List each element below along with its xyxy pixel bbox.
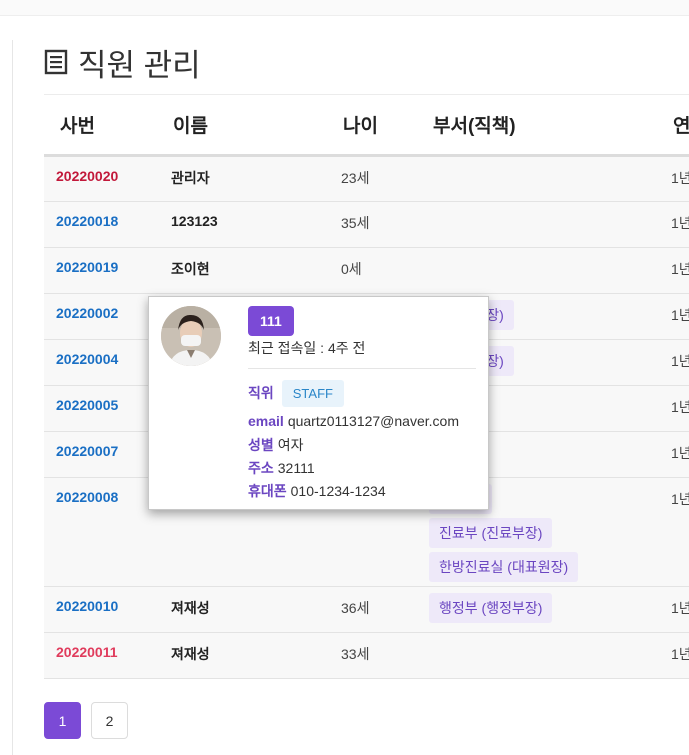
list-icon — [44, 49, 68, 75]
employee-id[interactable]: 20220008 — [44, 477, 157, 587]
address-label: 주소 — [248, 460, 274, 476]
phone-value: 010-1234-1234 — [290, 483, 386, 499]
employee-years: 1년 — [657, 201, 689, 248]
email-label: email — [248, 413, 284, 429]
employee-id[interactable]: 20220005 — [44, 385, 157, 432]
employee-id[interactable]: 20220004 — [44, 339, 157, 386]
employee-age: 36세 — [327, 586, 417, 633]
email-row: email quartz0113127@naver.com — [248, 413, 459, 429]
employee-years: 1년 — [657, 586, 689, 633]
gender-label: 성별 — [248, 437, 274, 453]
employee-dept — [417, 155, 657, 202]
role-label: 직위 — [248, 385, 274, 401]
table-row[interactable]: 20220011 져재성 33세 1년 — [44, 632, 689, 679]
table-header-row: 사번 이름 나이 부서(직책) 연 — [44, 96, 689, 157]
employee-id[interactable]: 20220002 — [44, 293, 157, 340]
top-bar — [0, 0, 689, 16]
address-row: 주소 32111 — [248, 458, 315, 478]
employee-popover: 111 최근 접속일 : 4주 전 직위 STAFF email quartz011… — [148, 296, 489, 510]
title-divider — [44, 94, 689, 95]
dept-badge: 진료부 (진료부장) — [429, 517, 553, 548]
employee-years: 1년 — [657, 247, 689, 294]
column-header-name[interactable]: 이름 — [157, 96, 327, 157]
table-row[interactable]: 20220010 져재성 36세 행정부 (행정부장) 1년 — [44, 586, 689, 633]
employee-age: 35세 — [327, 201, 417, 248]
employee-id[interactable]: 20220020 — [44, 155, 157, 202]
column-header-age[interactable]: 나이 — [327, 96, 417, 157]
role-row: 직위 STAFF — [248, 380, 344, 407]
employee-years: 1년 — [657, 477, 689, 587]
address-value: 32111 — [277, 460, 315, 476]
employee-name: 123123 — [157, 201, 327, 248]
last-access-text: 최근 접속일 : 4주 전 — [248, 340, 366, 356]
employee-age: 0세 — [327, 247, 417, 294]
employee-dept — [417, 201, 657, 248]
column-header-id[interactable]: 사번 — [44, 96, 157, 157]
employee-name: 져재성 — [157, 586, 327, 633]
gender-row: 성별 여자 — [248, 435, 304, 455]
table-row[interactable]: 20220020 관리자 23세 1년 — [44, 155, 689, 202]
employee-name: 조이현 — [157, 247, 327, 294]
column-header-dept[interactable]: 부서(직책) — [417, 96, 657, 157]
dept-badge: 행정부 (행정부장) — [429, 592, 553, 623]
employee-name: 져재성 — [157, 632, 327, 679]
sidebar-divider — [12, 40, 13, 755]
column-header-year[interactable]: 연 — [657, 96, 689, 157]
pagination: 1 2 — [44, 702, 128, 739]
employee-years: 1년 — [657, 339, 689, 386]
employee-id[interactable]: 20220019 — [44, 247, 157, 294]
employee-age: 33세 — [327, 632, 417, 679]
table-row[interactable]: 20220018 123123 35세 1년 — [44, 201, 689, 248]
employee-tag-badge: 111 — [248, 306, 294, 336]
employee-id[interactable]: 20220007 — [44, 431, 157, 478]
page-button-2[interactable]: 2 — [91, 702, 128, 739]
page-title: 직원 관리 — [44, 40, 201, 84]
dept-badge: 한방진료실 (대표원장) — [429, 551, 579, 582]
employee-dept — [417, 632, 657, 679]
gender-value: 여자 — [277, 437, 304, 453]
employee-years: 1년 — [657, 293, 689, 340]
employee-dept: 행정부 (행정부장) — [417, 586, 657, 633]
role-chip: STAFF — [281, 380, 344, 407]
phone-row: 휴대폰 010-1234-1234 — [248, 481, 386, 501]
employee-id[interactable]: 20220010 — [44, 586, 157, 633]
employee-years: 1년 — [657, 385, 689, 432]
popover-divider — [248, 368, 476, 369]
avatar — [161, 306, 221, 366]
employee-years: 1년 — [657, 431, 689, 478]
profile-photo — [161, 306, 221, 366]
employee-years: 1년 — [657, 155, 689, 202]
employee-years: 1년 — [657, 632, 689, 679]
phone-label: 휴대폰 — [248, 483, 287, 499]
email-value: quartz0113127@naver.com — [287, 413, 459, 429]
employee-id[interactable]: 20220018 — [44, 201, 157, 248]
page-title-text: 직원 관리 — [78, 47, 201, 83]
page-button-1[interactable]: 1 — [44, 702, 81, 739]
employee-dept — [417, 247, 657, 294]
table-row[interactable]: 20220019 조이현 0세 1년 — [44, 247, 689, 294]
employee-name: 관리자 — [157, 155, 327, 202]
employee-age: 23세 — [327, 155, 417, 202]
employee-id[interactable]: 20220011 — [44, 632, 157, 679]
